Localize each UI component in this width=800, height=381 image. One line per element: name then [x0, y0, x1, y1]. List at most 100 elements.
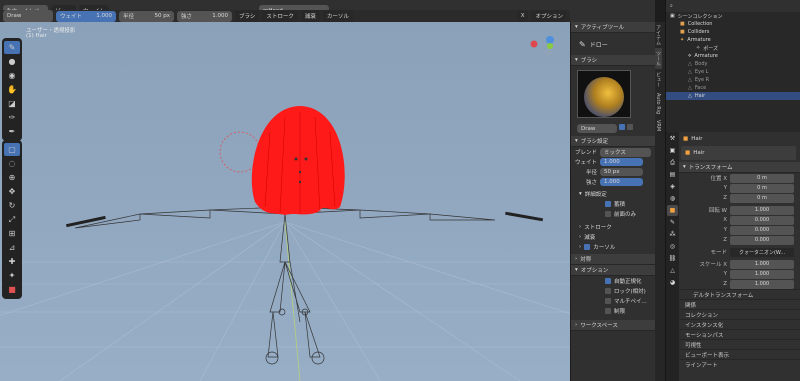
section-visibility[interactable]: 可視性: [679, 339, 800, 349]
options-header[interactable]: ▾ オプション: [571, 265, 655, 276]
scene-collection-row[interactable]: ▣ シーンコレクション: [666, 12, 800, 20]
rotation-z-field[interactable]: 0.000: [730, 235, 794, 245]
z-axis-handle[interactable]: [546, 36, 554, 44]
draw-tool-icon[interactable]: ✎: [4, 41, 20, 54]
tab-tool[interactable]: ツール: [655, 48, 662, 69]
section-instancing[interactable]: インスタンス化: [679, 319, 800, 329]
blur-tool-icon[interactable]: ●: [4, 55, 20, 68]
outliner-item[interactable]: △ Face: [666, 84, 800, 92]
strength-slider[interactable]: 1.000: [600, 178, 643, 186]
weight-field[interactable]: ウェイト 1.000: [56, 10, 116, 22]
strength-field[interactable]: 強さ 1.000: [177, 10, 232, 22]
gradient-tool-icon[interactable]: ◪: [4, 97, 20, 110]
3d-viewport[interactable]: ユーザー・透視投影 (1) Hair: [0, 22, 570, 381]
rotation-x-field[interactable]: 0.000: [730, 215, 794, 225]
cursor-subpanel[interactable]: › カーソル: [571, 242, 655, 252]
falloff-subpanel[interactable]: › 減衰: [571, 232, 655, 242]
cursor-menu[interactable]: カーソル: [322, 10, 353, 22]
scale-z-field[interactable]: 1.000: [730, 279, 794, 289]
data-tab-icon[interactable]: △: [667, 265, 678, 276]
delta-transform-header[interactable]: デルタトランスフォーム: [679, 289, 800, 299]
symmetry-header[interactable]: › 対称: [571, 254, 655, 265]
constraint-tab-icon[interactable]: ⛓: [667, 253, 678, 264]
scale-y-field[interactable]: 1.000: [730, 269, 794, 279]
advanced-header[interactable]: ▾ 詳細設定: [571, 189, 655, 199]
select-circle-icon[interactable]: ◌: [4, 157, 20, 170]
active-tool-header[interactable]: ▾ アクティブツール: [571, 22, 655, 33]
output-tab-icon[interactable]: ⎙: [667, 157, 678, 168]
falloff-menu[interactable]: 減衰: [300, 10, 320, 22]
outliner-item[interactable]: ■ Collection: [666, 20, 800, 28]
outliner-item[interactable]: △ Body: [666, 60, 800, 68]
stroke-subpanel[interactable]: › ストローク: [571, 222, 655, 232]
copy-brush-icon[interactable]: [627, 124, 633, 130]
x-axis-handle[interactable]: [530, 40, 538, 48]
section-collections[interactable]: コレクション: [679, 309, 800, 319]
auto-normalize-row[interactable]: 自動正規化: [571, 276, 655, 286]
tab-auto-rig[interactable]: Auto Rig: [655, 90, 661, 117]
annotate-tool-icon[interactable]: ✒: [4, 125, 20, 138]
brush-name-field[interactable]: Draw: [577, 124, 617, 133]
modifier-tab-icon[interactable]: ✎: [667, 217, 678, 228]
rotation-mode-dropdown[interactable]: クォータニオン(W...: [730, 247, 794, 257]
rotate-icon[interactable]: ↻: [4, 199, 20, 212]
location-x-field[interactable]: 0 m: [730, 173, 794, 183]
material-tab-icon[interactable]: ◕: [667, 277, 678, 288]
tool-tab-icon[interactable]: ⚒: [667, 133, 678, 144]
view-layer-tab-icon[interactable]: ▤: [667, 169, 678, 180]
section-viewport-display[interactable]: ビューポート表示: [679, 349, 800, 359]
physics-tab-icon[interactable]: ◎: [667, 241, 678, 252]
restrict-checkbox[interactable]: [605, 308, 611, 314]
outliner-item[interactable]: ⟡ Armature: [666, 52, 800, 60]
scene-tab-icon[interactable]: ◈: [667, 181, 678, 192]
auto-normalize-checkbox[interactable]: [605, 278, 611, 284]
accumulate-checkbox[interactable]: [605, 201, 611, 207]
multipaint-checkbox[interactable]: [605, 298, 611, 304]
select-box-icon[interactable]: ▢: [4, 143, 20, 156]
outliner-item-selected[interactable]: △ Hair: [666, 92, 800, 100]
cursor-checkbox[interactable]: [584, 244, 591, 250]
outliner-item[interactable]: ✧ ポーズ: [666, 44, 800, 52]
outliner-item[interactable]: ✦ Armature: [666, 36, 800, 44]
bone-icon[interactable]: ✦: [4, 269, 20, 282]
options-menu[interactable]: オプション: [531, 10, 567, 22]
outliner-item[interactable]: △ Eye R: [666, 76, 800, 84]
brush-menu[interactable]: ブラシ: [235, 10, 260, 22]
measure-icon[interactable]: ⊿: [4, 241, 20, 254]
add-icon[interactable]: ✚: [4, 255, 20, 268]
object-tab-icon[interactable]: ■: [667, 205, 678, 216]
brush-header[interactable]: ▾ ブラシ: [571, 55, 655, 66]
particles-tab-icon[interactable]: ⁂: [667, 229, 678, 240]
cursor-icon[interactable]: ⊕: [4, 171, 20, 184]
brush-selector[interactable]: Draw: [3, 10, 53, 22]
average-tool-icon[interactable]: ◉: [4, 69, 20, 82]
rotation-w-field[interactable]: 1.000: [730, 205, 794, 215]
smear-tool-icon[interactable]: ✋: [4, 83, 20, 96]
brush-thumbnail[interactable]: [577, 70, 631, 118]
front-only-checkbox[interactable]: [605, 211, 611, 217]
world-tab-icon[interactable]: ◍: [667, 193, 678, 204]
record-icon[interactable]: ■: [4, 283, 20, 296]
lock-relative-checkbox[interactable]: [605, 288, 611, 294]
section-motion-paths[interactable]: モーションパス: [679, 329, 800, 339]
multipaint-row[interactable]: マルチペイ...: [571, 296, 655, 306]
sample-tool-icon[interactable]: ✑: [4, 111, 20, 124]
move-icon[interactable]: ✥: [4, 185, 20, 198]
lock-relative-row[interactable]: ロック(相対): [571, 286, 655, 296]
tab-item[interactable]: アイテム: [655, 22, 662, 48]
outliner-item[interactable]: ■ Colliders: [666, 28, 800, 36]
transform-icon[interactable]: ⊞: [4, 227, 20, 240]
location-z-field[interactable]: 0 m: [730, 193, 794, 203]
object-name-field[interactable]: ■ Hair: [681, 146, 796, 160]
x-mirror-toggle[interactable]: X: [516, 10, 529, 22]
transform-header[interactable]: ▾ トランスフォーム: [679, 162, 800, 173]
tab-vrm[interactable]: VRM: [655, 117, 661, 134]
filter-icon[interactable]: ⌕: [670, 3, 673, 9]
section-relations[interactable]: 関係: [679, 299, 800, 309]
stroke-menu[interactable]: ストローク: [262, 10, 298, 22]
rotation-y-field[interactable]: 0.000: [730, 225, 794, 235]
restrict-row[interactable]: 制限: [571, 306, 655, 316]
location-y-field[interactable]: 0 m: [730, 183, 794, 193]
front-only-row[interactable]: 前面のみ: [571, 209, 655, 219]
fake-user-icon[interactable]: [619, 124, 625, 130]
